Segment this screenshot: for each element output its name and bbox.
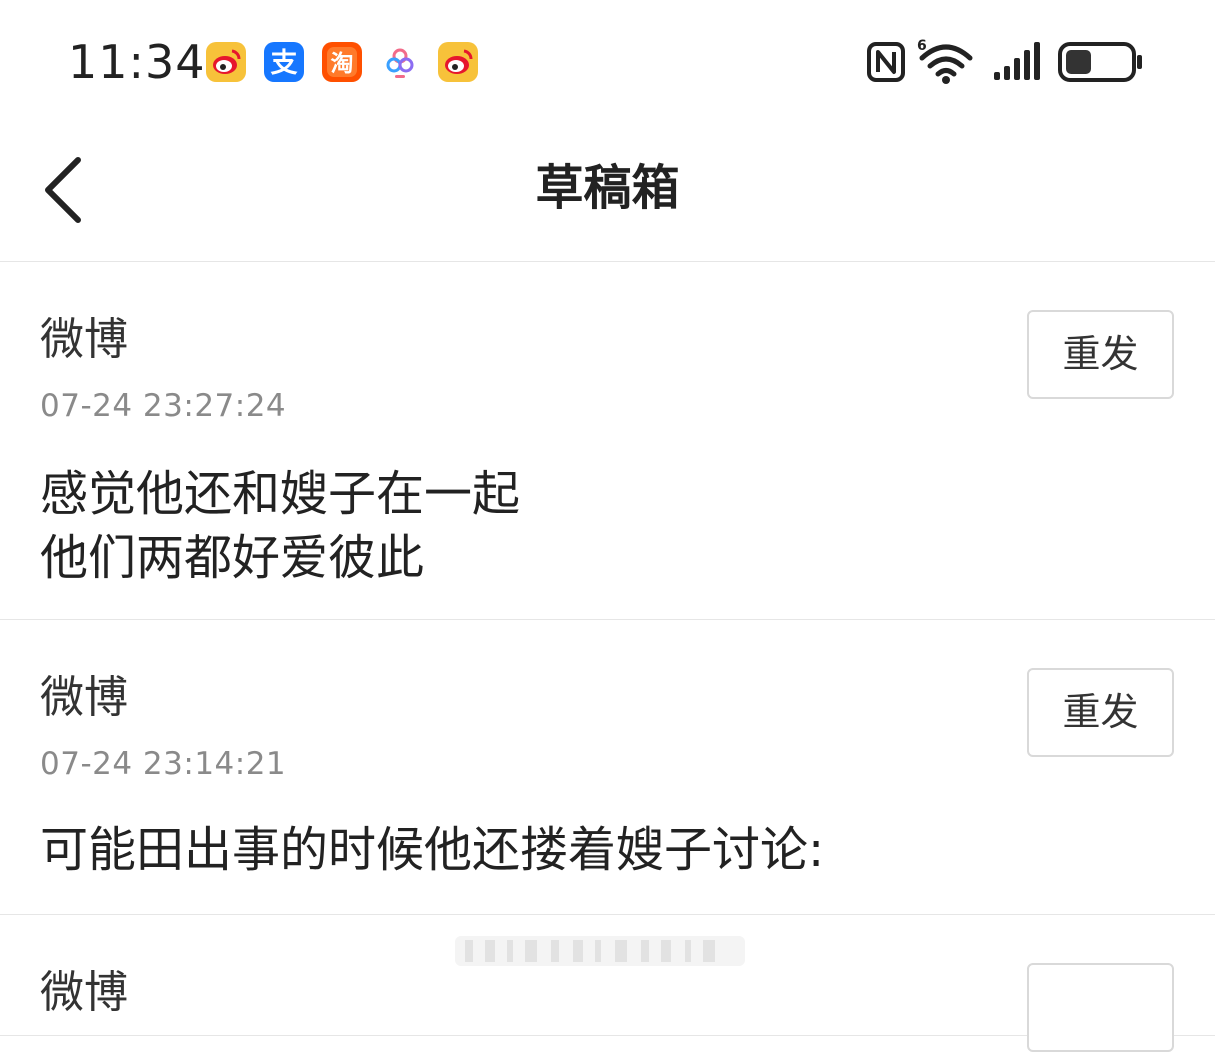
status-bar: 11:34 支 淘 6 xyxy=(0,0,1215,120)
draft-source: 微博 xyxy=(40,314,128,365)
draft-content-line: 感觉他还和嫂子在一起 xyxy=(40,466,521,522)
draft-content: 可能田出事的时候他还搂着嫂子讨论: xyxy=(40,818,824,882)
draft-item[interactable]: 微博 07-24 23:27:24 感觉他还和嫂子在一起 他们两都好爱彼此 重发 xyxy=(0,262,1215,620)
resend-button[interactable] xyxy=(1027,963,1174,1052)
nav-bar: 草稿箱 xyxy=(0,120,1215,262)
draft-timestamp: 07-24 23:14:21 xyxy=(40,746,287,782)
resend-button[interactable]: 重发 xyxy=(1027,310,1174,399)
signal-icon xyxy=(992,38,1044,86)
wifi-badge: 6 xyxy=(917,38,927,54)
chevron-left-icon xyxy=(45,157,81,223)
alipay-glyph: 支 xyxy=(271,48,298,79)
page-title: 草稿箱 xyxy=(535,160,680,216)
back-button[interactable] xyxy=(30,150,100,230)
alipay-icon: 支 xyxy=(264,42,304,82)
drafts-list: 微博 07-24 23:27:24 感觉他还和嫂子在一起 他们两都好爱彼此 重发… xyxy=(0,262,1215,1052)
taobao-glyph: 淘 xyxy=(331,50,354,77)
wifi-icon: 6 xyxy=(914,38,976,86)
draft-timestamp: 07-24 23:27:24 xyxy=(40,388,287,424)
weibo-icon xyxy=(438,42,478,82)
draft-content-line: 他们两都好爱彼此 xyxy=(40,530,425,586)
battery-icon xyxy=(1058,38,1146,86)
draft-source: 微博 xyxy=(40,967,128,1018)
draft-item[interactable]: 微博 07-24 23:14:21 可能田出事的时候他还搂着嫂子讨论: 重发 xyxy=(0,620,1215,915)
battery-graphic xyxy=(1058,42,1142,82)
camera-app-icon xyxy=(380,42,420,82)
nfc-icon xyxy=(866,38,908,86)
taobao-icon: 淘 xyxy=(322,42,362,82)
weibo-icon xyxy=(206,42,246,82)
watermark xyxy=(455,936,745,966)
draft-source: 微博 xyxy=(40,672,128,723)
draft-content: 感觉他还和嫂子在一起 他们两都好爱彼此 xyxy=(40,462,520,590)
status-time: 11:34 xyxy=(68,35,206,89)
resend-button[interactable]: 重发 xyxy=(1027,668,1174,757)
draft-content-line: 可能田出事的时候他还搂着嫂子讨论: xyxy=(40,822,825,878)
